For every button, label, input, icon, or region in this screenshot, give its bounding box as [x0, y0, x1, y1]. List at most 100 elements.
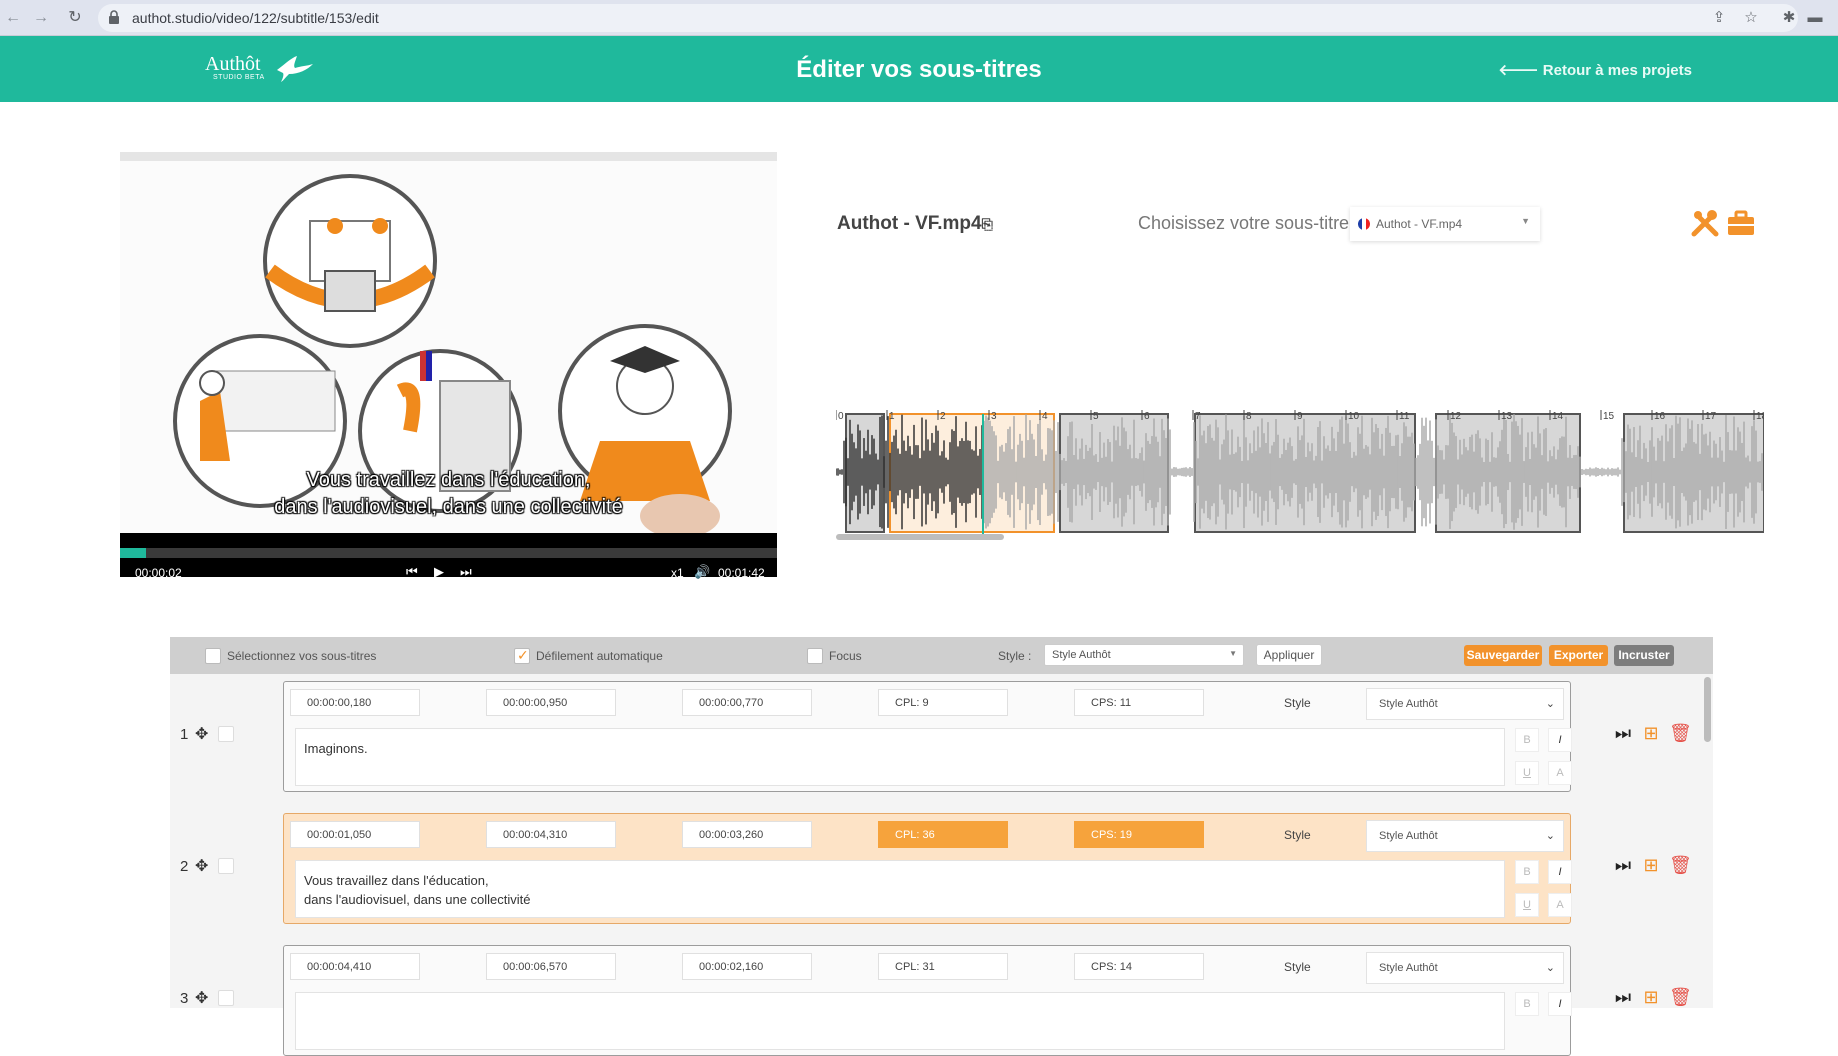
editor-toolbar: Sélectionnez vos sous-titres Défilement …	[170, 637, 1713, 674]
global-style-value: Style Authôt	[1052, 649, 1111, 661]
row-style-select[interactable]: Style Authôt ⌄	[1366, 688, 1564, 720]
play-icon[interactable]: ▶	[434, 564, 444, 580]
tools-icon[interactable]	[1690, 208, 1720, 238]
time-tick-label: 1	[889, 411, 895, 422]
time-tick-label: 9	[1297, 411, 1303, 422]
align-button[interactable]: A	[1548, 761, 1572, 785]
briefcase-icon[interactable]	[1726, 208, 1756, 238]
play-segment-icon[interactable]: ⏭	[1613, 986, 1633, 1008]
subtitle-editor: Sélectionnez vos sous-titres Défilement …	[170, 637, 1713, 1056]
end-time-field[interactable]: 00:00:06,570	[486, 953, 616, 980]
browser-toolbar: ← → ↻ authot.studio/video/122/subtitle/1…	[0, 0, 1838, 36]
subtitle-text-line-1: Imaginons.	[304, 741, 368, 756]
start-time-field[interactable]: 00:00:01,050	[290, 821, 420, 848]
end-time-field[interactable]: 00:00:00,950	[486, 689, 616, 716]
underline-button[interactable]: U	[1515, 893, 1539, 917]
video-frame[interactable]: Vous travaillez dans l'éducation, dans l…	[120, 161, 777, 533]
time-tick-label: 10	[1348, 411, 1360, 422]
focus-checkbox[interactable]	[807, 648, 823, 664]
back-to-projects-link[interactable]: 🡐 Retour à mes projets	[1498, 60, 1692, 79]
global-style-select[interactable]: Style Authôt ▼	[1044, 644, 1244, 666]
align-button[interactable]: A	[1548, 893, 1572, 917]
duration-field[interactable]: 00:00:00,770	[682, 689, 812, 716]
trash-icon[interactable]: 🗑	[1669, 854, 1692, 876]
move-icon[interactable]: ✥	[195, 724, 208, 744]
subtitle-select[interactable]: Authot - VF.mp4 ▼	[1350, 207, 1540, 241]
video-progress-bar[interactable]	[120, 548, 777, 558]
play-segment-icon[interactable]: ⏭	[1613, 722, 1633, 744]
add-icon[interactable]: ⊞	[1641, 854, 1661, 876]
forward-arrow-icon[interactable]: →	[32, 9, 50, 27]
choose-subtitle-label: Choisissez votre sous-titre	[1138, 213, 1350, 233]
bold-button[interactable]: B	[1515, 728, 1539, 752]
trash-icon[interactable]: 🗑	[1669, 986, 1692, 1008]
row-checkbox[interactable]	[218, 858, 234, 874]
row-style-select[interactable]: Style Authôt ⌄	[1366, 952, 1564, 984]
select-all-checkbox[interactable]	[205, 648, 221, 664]
duration-field[interactable]: 00:00:02,160	[682, 953, 812, 980]
time-tick-label: 6	[1144, 411, 1150, 422]
profile-icon[interactable]: ▬	[1806, 9, 1824, 27]
italic-button[interactable]: I	[1548, 860, 1572, 884]
italic-button[interactable]: I	[1548, 992, 1572, 1016]
italic-button[interactable]: I	[1548, 728, 1572, 752]
row-style-select[interactable]: Style Authôt ⌄	[1366, 820, 1564, 852]
start-time-field[interactable]: 00:00:00,180	[290, 689, 420, 716]
apply-button[interactable]: Appliquer	[1256, 644, 1322, 666]
move-icon[interactable]: ✥	[195, 988, 208, 1008]
subtitle-text-line-1: Vous travaillez dans l'éducation,	[304, 873, 489, 888]
star-icon[interactable]: ☆	[1742, 9, 1760, 27]
audio-waveform[interactable]: 0123456789101112131415161718	[836, 410, 1764, 540]
save-button[interactable]: Sauvegarder	[1464, 645, 1542, 666]
embed-button[interactable]: Incruster	[1614, 645, 1674, 666]
move-icon[interactable]: ✥	[195, 856, 208, 876]
time-tick-label: 17	[1705, 411, 1717, 422]
trash-icon[interactable]: 🗑	[1669, 722, 1692, 744]
auto-scroll-label: Défilement automatique	[536, 649, 663, 663]
add-icon[interactable]: ⊞	[1641, 722, 1661, 744]
back-arrow-icon[interactable]: ←	[4, 9, 22, 27]
time-tick-label: 5	[1093, 411, 1099, 422]
playback-speed[interactable]: x1	[671, 566, 684, 580]
end-time-field[interactable]: 00:00:04,310	[486, 821, 616, 848]
export-button[interactable]: Exporter	[1549, 645, 1608, 666]
subtitle-row: 1 ✥ 00:00:00,180 00:00:00,950 00:00:00,7…	[170, 679, 1713, 792]
subtitle-text-input[interactable]: Vous travaillez dans l'éducation, dans l…	[295, 860, 1505, 918]
url-text: authot.studio/video/122/subtitle/153/edi…	[132, 10, 379, 26]
time-tick-label: 3	[991, 411, 997, 422]
waveform-scrollbar[interactable]	[836, 534, 1004, 540]
row-checkbox[interactable]	[218, 726, 234, 742]
row-checkbox[interactable]	[218, 990, 234, 1006]
time-tick-label: 11	[1399, 411, 1410, 422]
row-style-value: Style Authôt	[1379, 962, 1438, 974]
reload-icon[interactable]: ↻	[66, 9, 84, 27]
add-icon[interactable]: ⊞	[1641, 986, 1661, 1008]
underline-button[interactable]: U	[1515, 761, 1539, 785]
bold-button[interactable]: B	[1515, 860, 1539, 884]
chevron-down-icon: ▼	[1229, 649, 1237, 658]
share-icon[interactable]: ⇪	[1710, 9, 1728, 27]
auto-scroll-checkbox[interactable]	[514, 647, 530, 664]
copy-icon[interactable]: ⎘	[982, 216, 993, 232]
time-tick-label: 0	[838, 411, 844, 422]
subtitle-line-1: Vous travaillez dans l'éducation,	[306, 469, 591, 491]
duration-field[interactable]: 00:00:03,260	[682, 821, 812, 848]
video-player[interactable]: Vous travaillez dans l'éducation, dans l…	[120, 152, 777, 580]
extensions-icon[interactable]: ✱	[1780, 9, 1798, 27]
subtitle-text-input[interactable]: Imaginons.	[295, 728, 1505, 786]
subtitle-text-input[interactable]	[295, 992, 1505, 1050]
play-segment-icon[interactable]: ⏭	[1613, 854, 1633, 876]
next-icon[interactable]: ⏭	[460, 564, 472, 580]
previous-icon[interactable]: ⏮	[406, 564, 418, 580]
row-style-value: Style Authôt	[1379, 830, 1438, 842]
start-time-field[interactable]: 00:00:04,410	[290, 953, 420, 980]
editor-scrollbar[interactable]	[1704, 677, 1711, 742]
subtitle-card: 00:00:04,410 00:00:06,570 00:00:02,160 C…	[283, 945, 1572, 1056]
cps-field: CPS: 11	[1074, 689, 1204, 716]
back-link-label: Retour à mes projets	[1542, 62, 1692, 79]
address-bar[interactable]: authot.studio/video/122/subtitle/153/edi…	[98, 4, 1798, 32]
volume-icon[interactable]: 🔊	[694, 564, 710, 580]
video-progress-fill	[120, 548, 147, 558]
bold-button[interactable]: B	[1515, 992, 1539, 1016]
focus-label: Focus	[829, 649, 862, 663]
